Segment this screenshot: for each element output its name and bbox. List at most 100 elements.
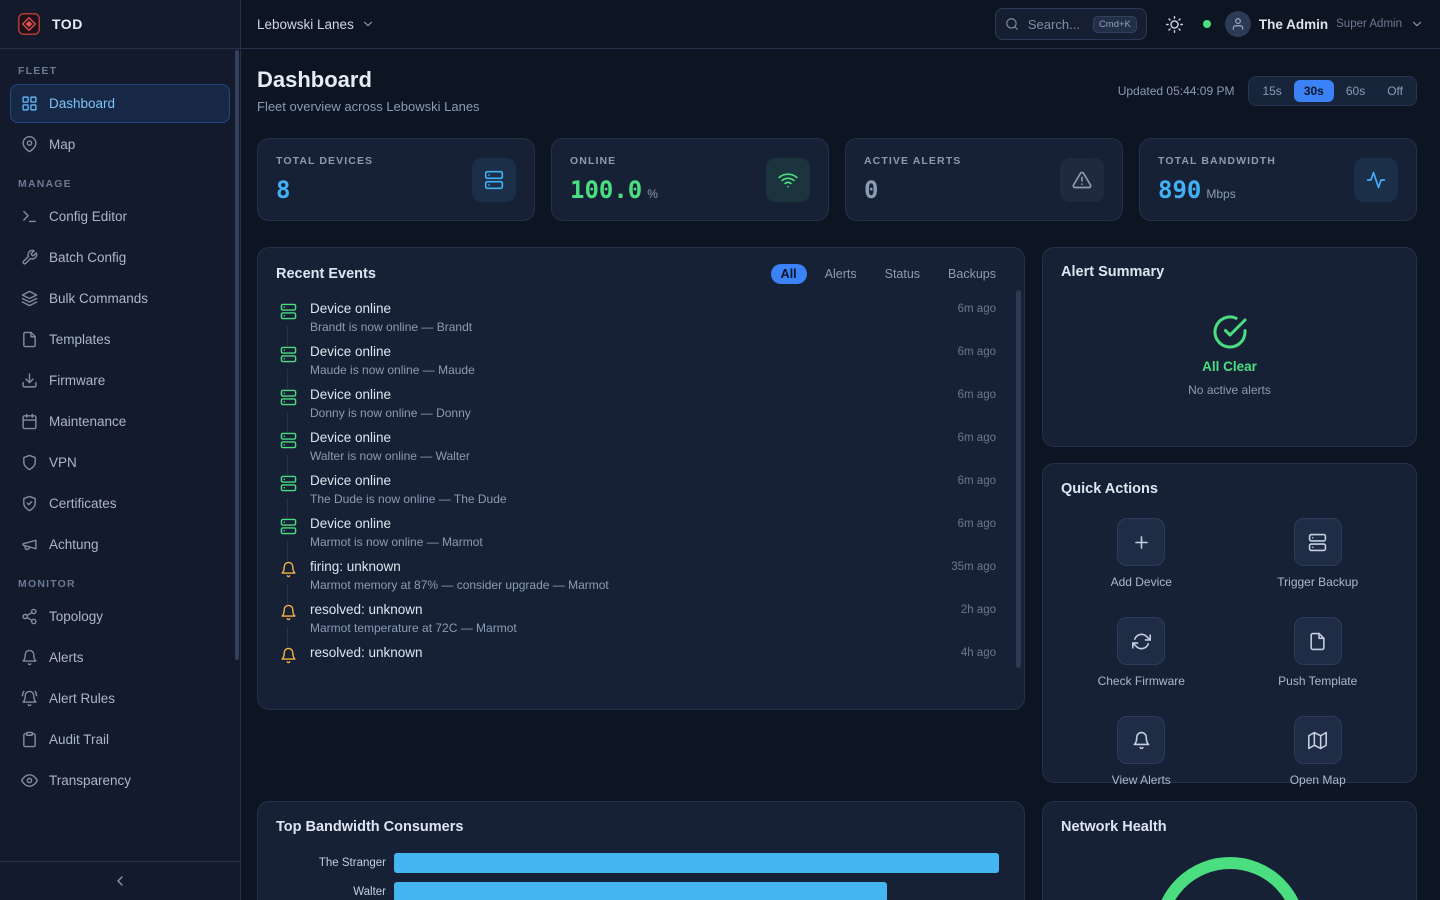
bell-ring-icon xyxy=(21,690,38,707)
sidebar-item-firmware[interactable]: Firmware xyxy=(10,361,230,400)
event-time: 6m ago xyxy=(958,346,996,377)
event-detail: Marmot temperature at 72C — Marmot xyxy=(310,621,949,635)
sidebar-item-transparency[interactable]: Transparency xyxy=(10,761,230,800)
quick-action-label: Check Firmware xyxy=(1098,674,1185,688)
event-row[interactable]: Device onlineMaude is now online — Maude… xyxy=(276,339,1006,382)
plus-icon xyxy=(1132,533,1151,552)
stat-unit: Mbps xyxy=(1206,187,1235,201)
recent-events-card: Recent Events AllAlertsStatusBackups Dev… xyxy=(257,247,1025,710)
user-name: The Admin xyxy=(1259,17,1328,32)
events-scrollbar[interactable] xyxy=(1016,290,1021,668)
stat-label: ONLINE xyxy=(570,155,658,167)
events-tab-backups[interactable]: Backups xyxy=(938,264,1006,284)
quick-action-push-template[interactable]: Push Template xyxy=(1238,617,1399,688)
sidebar-item-label: Maintenance xyxy=(49,414,126,429)
quick-action-label: Trigger Backup xyxy=(1277,575,1358,589)
event-row[interactable]: resolved: unknown Marmot temperature at 7… xyxy=(276,597,1006,640)
page-title: Dashboard xyxy=(257,67,480,93)
sidebar-item-templates[interactable]: Templates xyxy=(10,320,230,359)
events-tab-alerts[interactable]: Alerts xyxy=(815,264,867,284)
refresh-option-15s[interactable]: 15s xyxy=(1252,80,1291,102)
network-health-gauge xyxy=(1061,848,1398,900)
stat-value: 890 xyxy=(1158,176,1201,204)
sidebar: TOD FLEETDashboardMapMANAGEConfig Editor… xyxy=(0,0,241,900)
event-row[interactable]: resolved: unknown4h ago xyxy=(276,640,1006,669)
sidebar-item-dashboard[interactable]: Dashboard xyxy=(10,84,230,123)
sidebar-item-map[interactable]: Map xyxy=(10,125,230,164)
sidebar-item-label: Firmware xyxy=(49,373,105,388)
sidebar-item-bulk-commands[interactable]: Bulk Commands xyxy=(10,279,230,318)
event-time: 6m ago xyxy=(958,432,996,463)
app-logo[interactable]: TOD xyxy=(0,0,240,49)
event-row[interactable]: Device onlineDonny is now online — Donny… xyxy=(276,382,1006,425)
sidebar-item-audit-trail[interactable]: Audit Trail xyxy=(10,720,230,759)
quick-action-open-map[interactable]: Open Map xyxy=(1238,716,1399,787)
event-row[interactable]: Device onlineMarmot is now online — Marm… xyxy=(276,511,1006,554)
bandwidth-bar-row: The Stranger xyxy=(276,853,1006,873)
refresh-option-60s[interactable]: 60s xyxy=(1336,80,1375,102)
sidebar-item-alert-rules[interactable]: Alert Rules xyxy=(10,679,230,718)
avatar xyxy=(1225,11,1251,37)
refresh-option-30s[interactable]: 30s xyxy=(1294,80,1334,102)
server-icon xyxy=(280,432,297,449)
user-role: Super Admin xyxy=(1336,18,1402,30)
search-shortcut-badge: Cmd+K xyxy=(1093,16,1137,33)
map-pin-icon xyxy=(21,136,38,153)
search-input[interactable] xyxy=(1026,16,1086,33)
event-time: 6m ago xyxy=(958,475,996,506)
event-row[interactable]: Device onlineWalter is now online — Walt… xyxy=(276,425,1006,468)
quick-action-check-firmware[interactable]: Check Firmware xyxy=(1061,617,1222,688)
sidebar-item-certificates[interactable]: Certificates xyxy=(10,484,230,523)
sidebar-section-label: MANAGE xyxy=(18,178,222,190)
event-title: Device online xyxy=(310,344,946,359)
grid-icon xyxy=(21,95,38,112)
activity-icon xyxy=(1366,170,1386,190)
sidebar-item-achtung[interactable]: Achtung xyxy=(10,525,230,564)
sidebar-item-label: Alerts xyxy=(49,650,84,665)
sidebar-item-label: Config Editor xyxy=(49,209,127,224)
alert-status-text: All Clear xyxy=(1202,359,1257,374)
sun-icon xyxy=(1166,16,1183,33)
sidebar-item-label: Achtung xyxy=(49,537,99,552)
sidebar-item-config-editor[interactable]: Config Editor xyxy=(10,197,230,236)
sidebar-item-vpn[interactable]: VPN xyxy=(10,443,230,482)
theme-toggle-button[interactable] xyxy=(1161,10,1189,38)
sidebar-item-topology[interactable]: Topology xyxy=(10,597,230,636)
sidebar-item-alerts[interactable]: Alerts xyxy=(10,638,230,677)
sidebar-item-label: Certificates xyxy=(49,496,117,511)
refresh-option-off[interactable]: Off xyxy=(1377,80,1413,102)
wrench-icon xyxy=(21,249,38,266)
stat-label: ACTIVE ALERTS xyxy=(864,155,961,167)
sidebar-item-batch-config[interactable]: Batch Config xyxy=(10,238,230,277)
events-tab-status[interactable]: Status xyxy=(875,264,930,284)
org-selector[interactable]: Lebowski Lanes xyxy=(257,17,375,32)
shield-icon xyxy=(21,454,38,471)
quick-action-label: Push Template xyxy=(1278,674,1357,688)
event-title: firing: unknown xyxy=(310,559,939,574)
sidebar-collapse-button[interactable] xyxy=(0,862,240,900)
quick-action-view-alerts[interactable]: View Alerts xyxy=(1061,716,1222,787)
quick-action-trigger-backup[interactable]: Trigger Backup xyxy=(1238,518,1399,589)
clipboard-icon xyxy=(21,731,38,748)
download-icon xyxy=(21,372,38,389)
event-time: 6m ago xyxy=(958,389,996,420)
events-tab-all[interactable]: All xyxy=(771,264,807,284)
alert-detail-text: No active alerts xyxy=(1188,383,1271,397)
quick-action-add-device[interactable]: Add Device xyxy=(1061,518,1222,589)
sidebar-section-label: MONITOR xyxy=(18,578,222,590)
event-row[interactable]: Device onlineThe Dude is now online — Th… xyxy=(276,468,1006,511)
event-title: resolved: unknown xyxy=(310,602,949,617)
event-row[interactable]: Device onlineBrandt is now online — Bran… xyxy=(276,296,1006,339)
quick-action-label: View Alerts xyxy=(1112,773,1171,787)
updated-timestamp: Updated 05:44:09 PM xyxy=(1118,84,1235,98)
sidebar-scrollbar[interactable] xyxy=(235,50,239,660)
refresh-interval-control: 15s30s60sOff xyxy=(1248,76,1417,106)
sidebar-item-maintenance[interactable]: Maintenance xyxy=(10,402,230,441)
event-row[interactable]: firing: unknownMarmot memory at 87% — co… xyxy=(276,554,1006,597)
badge-check-icon xyxy=(21,495,38,512)
quick-action-label: Add Device xyxy=(1111,575,1172,589)
map-icon xyxy=(1308,731,1327,750)
user-menu[interactable]: The Admin Super Admin xyxy=(1225,11,1424,37)
search-box[interactable]: Cmd+K xyxy=(995,8,1147,40)
server-icon xyxy=(280,518,297,535)
